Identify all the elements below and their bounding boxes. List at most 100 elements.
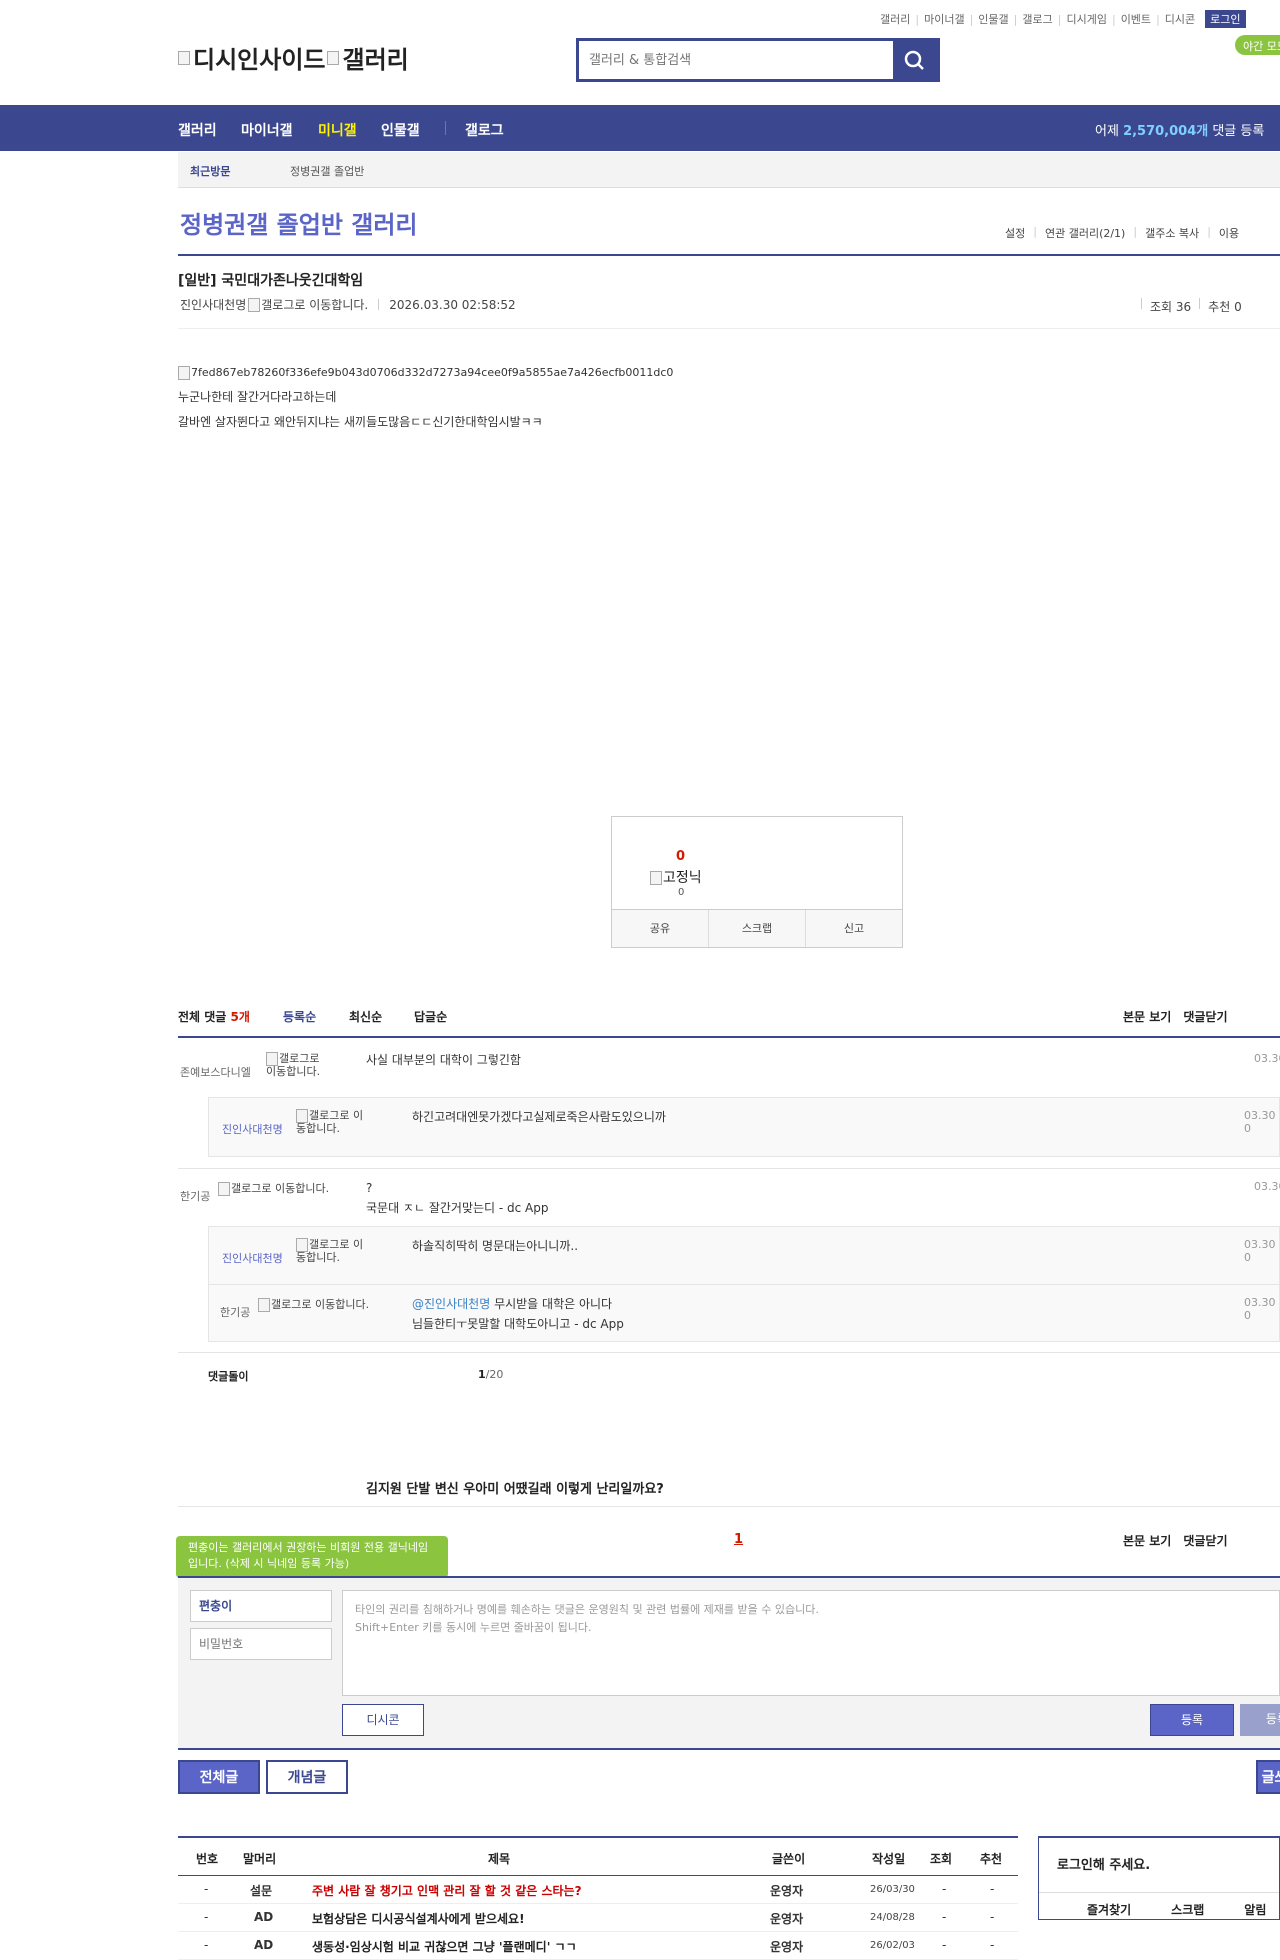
comment-page-number[interactable]: 1	[734, 1532, 743, 1547]
login-prompt[interactable]: 로그인해 주세요.	[1057, 1854, 1150, 1873]
post-list: 번호 말머리 제목 글쓴이 작성일 조회 추천 - 설문 주변 사람 잘 챙기고…	[178, 1836, 1018, 1960]
write-button[interactable]: 글쓰기	[1256, 1760, 1280, 1794]
recommend-box: 0 고정닉 0 공유 스크랩 신고	[611, 816, 903, 948]
recent-visit-label[interactable]: 최근방문	[190, 163, 230, 179]
search-bar	[576, 38, 940, 82]
col-writer: 글쓴이	[772, 1852, 806, 1866]
related-gallery-link[interactable]: 연관 갤러리(2/1)	[1045, 225, 1125, 241]
nav-person[interactable]: 인물갤	[381, 120, 420, 140]
gallog-icon[interactable]: 갤로그로 이동합니다.	[266, 1052, 326, 1078]
sort-reply[interactable]: 답글순	[414, 1008, 447, 1025]
divider	[178, 1506, 1280, 1507]
close-comments-link[interactable]: 댓글닫기	[1183, 1532, 1227, 1549]
comment-textarea[interactable]: 타인의 권리를 침해하거나 명예를 훼손하는 댓글은 운영원칙 및 관련 법률에…	[342, 1590, 1280, 1696]
view-body-link[interactable]: 본문 보기	[1123, 1532, 1171, 1549]
nav-mini[interactable]: 미니갤	[318, 120, 357, 140]
promo-link[interactable]: 김지원 단발 변신 우아미 어땠길래 이렇게 난리일까요?	[366, 1478, 664, 1497]
reply-item: 진인사대천명 갤로그로 이동합니다. 하솔직히딱히 명문대는아니니까.. 03.…	[208, 1236, 1280, 1282]
comment-nick[interactable]: 존예보스다니엘	[180, 1064, 251, 1080]
list-row[interactable]: - AD 보험상담은 디시공식설계사에게 받으세요! 운영자 24/08/28 …	[178, 1904, 1018, 1932]
comment-date: 03.30	[1254, 1052, 1280, 1065]
broken-image-icon	[178, 365, 190, 380]
comment-item: 한기공 갤로그로 이동합니다. ? 국문대 ㅈㄴ 잘간거맞는디 - dc App…	[178, 1178, 1280, 1226]
all-posts-button[interactable]: 전체글	[178, 1760, 260, 1794]
post-author[interactable]: 진인사대천명	[180, 296, 246, 313]
scrap-link[interactable]: 스크랩	[1171, 1901, 1204, 1918]
yesterday-count: 2,570,004개	[1123, 124, 1209, 139]
gallog-icon[interactable]: 갤로그로 이동합니다.	[296, 1109, 366, 1135]
post-line: 누군나한테 잘간거다라고하는데	[178, 390, 337, 404]
post-recommends: 추천 0	[1208, 300, 1242, 314]
comment-nick[interactable]: 한기공	[180, 1188, 210, 1204]
gallery-title[interactable]: 정병권갤 졸업반 갤러리	[180, 205, 418, 240]
post-link[interactable]: 주변 사람 잘 챙기고 인맥 관리 잘 할 것 같은 스타는?	[312, 1882, 582, 1899]
reply-text: 하긴고려대엔못가겠다고실제로죽은사람도있으니까	[412, 1110, 666, 1124]
fixed-nick-recommend[interactable]: 고정닉	[650, 867, 702, 887]
share-button[interactable]: 공유	[612, 910, 709, 947]
submit-recommend-button[interactable]: 등록+	[1240, 1704, 1280, 1736]
settings-link[interactable]: 설정	[1005, 225, 1025, 241]
list-row[interactable]: - 설문 주변 사람 잘 챙기고 인맥 관리 잘 할 것 같은 스타는? 운영자…	[178, 1876, 1018, 1904]
nav-minor[interactable]: 마이너갤	[241, 120, 293, 140]
reply-date: 03.30 0	[1244, 1238, 1276, 1264]
post-title: [일반] 국민대가존나웃긴대학임	[178, 273, 364, 289]
topmenu-person[interactable]: 인물갤	[978, 11, 1008, 27]
hot-posts-button[interactable]: 개념글	[266, 1760, 348, 1794]
mention-link[interactable]: @진인사대천명	[412, 1297, 490, 1311]
search-icon	[904, 50, 924, 70]
view-body-link[interactable]: 본문 보기	[1123, 1008, 1171, 1025]
reply-nick[interactable]: 진인사대천명	[222, 1250, 283, 1266]
reply-date: 03.30 0	[1244, 1109, 1276, 1135]
search-button[interactable]	[893, 41, 937, 79]
comment-bot-label[interactable]: 댓글돌이	[208, 1368, 248, 1384]
write-right-links: 본문 보기 댓글닫기	[1123, 1532, 1228, 1549]
password-field[interactable]	[190, 1628, 332, 1660]
topmenu-event[interactable]: 이벤트	[1121, 11, 1151, 27]
usage-link[interactable]: 이용	[1219, 225, 1239, 241]
logo[interactable]: 디시인사이드 갤러리	[178, 40, 409, 75]
reply-nick[interactable]: 진인사대천명	[222, 1121, 283, 1137]
col-head: 말머리	[243, 1852, 277, 1866]
search-input[interactable]	[579, 41, 893, 79]
gallog-icon[interactable]: 갤로그로 이동합니다.	[218, 1182, 348, 1196]
broken-image-icon	[327, 50, 340, 65]
close-comments-link[interactable]: 댓글닫기	[1183, 1008, 1227, 1025]
scrap-button[interactable]: 스크랩	[709, 910, 806, 947]
dccon-button[interactable]: 디시콘	[342, 1704, 424, 1736]
topmenu-minor[interactable]: 마이너갤	[924, 11, 964, 27]
login-button[interactable]: 로그인	[1205, 10, 1246, 28]
gallog-icon[interactable]: 갤로그로 이동합니다.	[296, 1238, 366, 1264]
sort-latest[interactable]: 최신순	[349, 1008, 382, 1025]
post-link[interactable]: 생동성·임상시험 비교 귀찮으면 그냥 '플랜메디' ㄱㄱ	[312, 1938, 577, 1955]
comment-text: 국문대 ㅈㄴ 잘간거맞는디 - dc App	[366, 1201, 549, 1215]
report-button[interactable]: 신고	[806, 910, 902, 947]
reply-date: 03.30 0	[1244, 1296, 1276, 1322]
gallog-icon[interactable]: 갤로그로 이동합니다.	[258, 1298, 388, 1312]
divider	[178, 1352, 1280, 1353]
favorites-link[interactable]: 즐겨찾기	[1087, 1901, 1131, 1918]
topmenu-dccon[interactable]: 디시콘	[1165, 11, 1195, 27]
topmenu-game[interactable]: 디시게임	[1066, 11, 1106, 27]
copy-address-link[interactable]: 갤주소 복사	[1145, 225, 1199, 241]
topmenu-gallery[interactable]: 갤러리	[880, 11, 910, 27]
nav-gallog[interactable]: 갤로그	[465, 120, 504, 140]
comment-pager: 1/20	[478, 1368, 504, 1381]
gallog-icon[interactable]	[248, 297, 261, 312]
comment-text: ?	[366, 1181, 373, 1195]
comment-total: 전체 댓글 5개	[178, 1010, 250, 1024]
topmenu-gallog[interactable]: 갤로그	[1022, 11, 1052, 27]
divider	[178, 1168, 1280, 1169]
broken-image-icon	[650, 871, 662, 885]
night-mode-toggle[interactable]: 야간 모드	[1235, 35, 1280, 55]
post-views: 조회 36	[1150, 300, 1192, 314]
submit-button[interactable]: 등록	[1150, 1704, 1234, 1736]
reply-nick[interactable]: 한기공	[220, 1304, 250, 1320]
recent-visit-item[interactable]: 정병권갤 졸업반	[290, 163, 364, 179]
post-link[interactable]: 보험상담은 디시공식설계사에게 받으세요!	[312, 1910, 525, 1927]
nav-gallery[interactable]: 갤러리	[178, 120, 217, 140]
notification-link[interactable]: 알림	[1244, 1901, 1266, 1918]
logo-gallery-text: 갤러리	[342, 46, 409, 74]
nickname-field[interactable]: 편충이	[190, 1590, 332, 1622]
list-row[interactable]: - AD 생동성·임상시험 비교 귀찮으면 그냥 '플랜메디' ㄱㄱ 운영자 2…	[178, 1932, 1018, 1960]
sort-registered[interactable]: 등록순	[283, 1008, 316, 1025]
